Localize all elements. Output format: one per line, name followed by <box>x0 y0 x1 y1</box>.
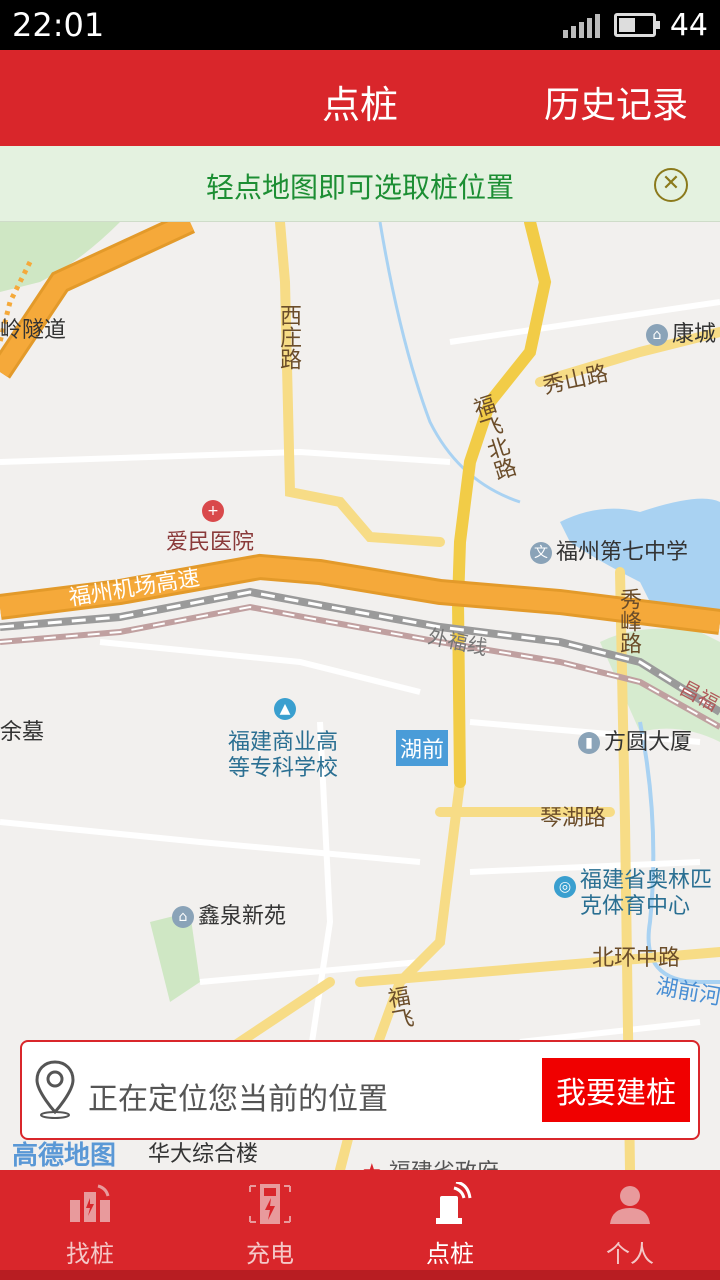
find-pile-icon <box>70 1184 110 1222</box>
nav-label: 找桩 <box>66 1240 114 1268</box>
location-card: 正在定位您当前的位置 我要建桩 <box>20 1040 700 1140</box>
nav-item-charging[interactable]: 充电 <box>180 1170 360 1270</box>
map-poi-no7-school: 文福州第七中学 <box>530 534 688 566</box>
stadium-icon: ◎ <box>554 876 576 898</box>
location-pin-icon <box>35 1060 75 1119</box>
mark-pile-icon <box>436 1182 472 1224</box>
school-icon: 文 <box>530 542 552 564</box>
signal-icon <box>562 12 600 38</box>
house-icon: ⌂ <box>172 906 194 928</box>
map-poi-huada: 华大综合楼 <box>148 1142 259 1167</box>
charging-icon <box>249 1184 291 1224</box>
status-indicators: 44 <box>562 6 708 44</box>
map-label-tomb: 余墓 <box>0 720 45 745</box>
map-view[interactable]: 岭隧道 西庄路 ⌂ 康城 秀山路 福飞北路 + 爱民医院 文福州第七中学 福州机场… <box>0 222 720 1170</box>
battery-level: 44 <box>669 7 708 43</box>
hospital-icon: + <box>202 500 224 522</box>
nav-item-find-pile[interactable]: 找桩 <box>0 1170 180 1270</box>
nav-label: 个人 <box>606 1240 654 1268</box>
house-icon: ⌂ <box>646 324 668 346</box>
person-icon <box>610 1186 650 1224</box>
map-logo: 高德地图 <box>12 1141 117 1171</box>
map-label-tunnel: 岭隧道 <box>0 318 67 343</box>
map-poi-olympic-2: 克体育中心 <box>580 894 691 919</box>
map-metro-huqian: 湖前 <box>396 730 449 766</box>
building-icon: ▮ <box>578 732 600 754</box>
nav-bottom-strip <box>0 1270 720 1280</box>
nav-item-mark-pile[interactable]: 点桩 <box>360 1170 540 1270</box>
location-status-text: 正在定位您当前的位置 <box>88 1082 388 1117</box>
map-roads <box>0 222 720 1170</box>
build-pile-button[interactable]: 我要建桩 <box>542 1058 690 1122</box>
nav-label: 点桩 <box>426 1240 474 1268</box>
status-bar: 22:01 44 <box>0 0 720 50</box>
map-poi-kangcheng: ⌂ 康城 <box>646 316 716 348</box>
tip-bar: 轻点地图即可选取桩位置 ✕ <box>0 146 720 222</box>
tip-text: 轻点地图即可选取桩位置 <box>205 171 514 204</box>
map-poi-fangyuan: ▮ 方圆大厦 <box>578 724 692 756</box>
star-icon: ★ <box>362 1160 382 1170</box>
graduation-cap-icon: ▲ <box>274 698 296 720</box>
map-poi-provincial-gov: ★ 福建省政府 <box>362 1154 499 1170</box>
map-label-beihuan-road: 北环中路 <box>592 946 681 971</box>
status-time: 22:01 <box>12 6 105 44</box>
app-header: 点桩 历史记录 <box>0 50 720 146</box>
map-poi-xinquan: ⌂ 鑫泉新苑 <box>172 898 286 930</box>
battery-icon <box>613 13 660 37</box>
map-label-xiufeng-road: 秀峰路 <box>616 588 641 654</box>
nav-label: 充电 <box>246 1240 294 1268</box>
map-label-qinhu-road: 琴湖路 <box>540 806 607 831</box>
bottom-nav: 找桩 充电 点桩 个人 <box>0 1170 720 1280</box>
map-label-xizhuang-road: 西庄路 <box>276 304 301 370</box>
history-button[interactable]: 历史记录 <box>544 76 688 128</box>
map-poi-aimin-hospital: 爱民医院 <box>166 530 255 555</box>
nav-item-person[interactable]: 个人 <box>540 1170 720 1270</box>
close-icon[interactable]: ✕ <box>654 168 688 202</box>
map-poi-business-school-2: 等专科学校 <box>228 756 339 781</box>
